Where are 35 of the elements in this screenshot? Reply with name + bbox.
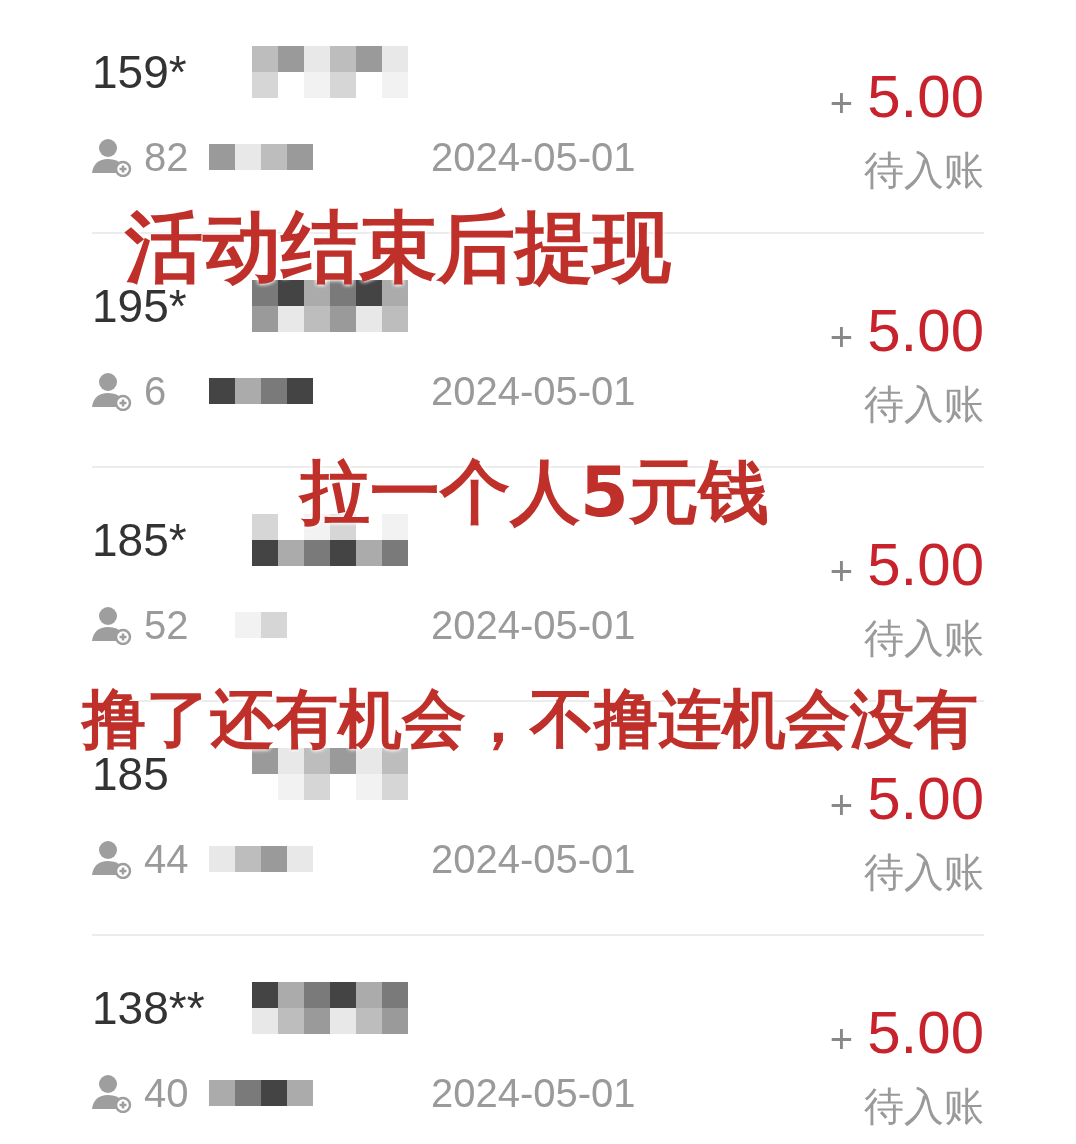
add-user-icon: [92, 1073, 132, 1113]
inviter-id: 82: [144, 134, 189, 180]
plus-sign: +: [829, 315, 854, 360]
date: 2024-05-01: [431, 134, 636, 180]
inviter-id: 44: [144, 836, 189, 882]
status-label: 待入账: [864, 849, 984, 896]
plus-sign: +: [829, 549, 854, 594]
annotation-text: 拉一个人5元钱: [300, 450, 769, 535]
amount: 5.00: [867, 530, 984, 599]
add-user-icon: [92, 605, 132, 645]
status-label: 待入账: [864, 381, 984, 428]
phone-number: 138**: [92, 981, 206, 1036]
inviter-id: 52: [144, 602, 189, 648]
amount: 5.00: [867, 998, 984, 1067]
date: 2024-05-01: [431, 1070, 636, 1116]
phone-number: 185*: [92, 513, 188, 568]
amount: 5.00: [867, 296, 984, 365]
status-label: 待入账: [864, 615, 984, 662]
date: 2024-05-01: [431, 368, 636, 414]
add-user-icon: [92, 137, 132, 177]
plus-sign: +: [829, 783, 854, 828]
date: 2024-05-01: [431, 602, 636, 648]
plus-sign: +: [829, 1017, 854, 1062]
annotation-text: 撸了还有机会，不撸连机会没有: [82, 681, 978, 758]
status-label: 待入账: [864, 1083, 984, 1130]
amount: 5.00: [867, 764, 984, 833]
amount: 5.00: [867, 62, 984, 131]
status-label: 待入账: [864, 147, 984, 194]
add-user-icon: [92, 839, 132, 879]
inviter-id: 40: [144, 1070, 189, 1116]
inviter-id: 6: [144, 368, 168, 414]
date: 2024-05-01: [431, 836, 636, 882]
phone-number: 159*: [92, 45, 188, 100]
add-user-icon: [92, 371, 132, 411]
plus-sign: +: [829, 81, 854, 126]
